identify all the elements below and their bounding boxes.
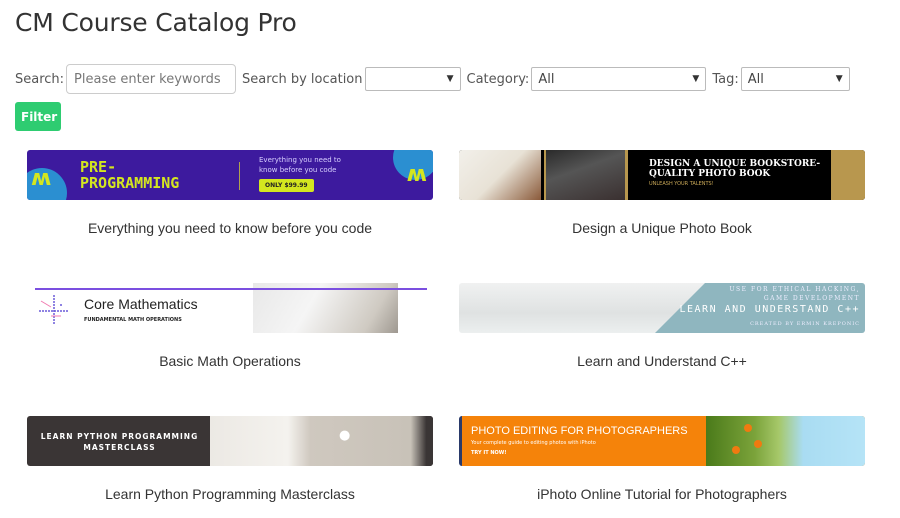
banner-headline: LEARN PYTHON PROGRAMMING MASTERCLASS: [40, 432, 199, 452]
banner-headline: DESIGN A UNIQUE BOOKSTORE-QUALITY PHOTO …: [649, 159, 821, 179]
banner-headline: Core Mathematics: [84, 296, 198, 312]
course-title[interactable]: Learn and Understand C++: [459, 353, 865, 369]
page-title: CM Course Catalog Pro: [15, 8, 297, 37]
course-card[interactable]: PHOTO EDITING FOR PHOTOGRAPHERS Your com…: [459, 416, 865, 502]
decor-shape: [831, 150, 865, 200]
course-title[interactable]: Design a Unique Photo Book: [459, 220, 865, 236]
banner-cta: TRY IT NOW!: [471, 450, 507, 456]
course-title[interactable]: Learn Python Programming Masterclass: [27, 486, 433, 502]
course-banner-core-mathematics[interactable]: Core Mathematics FUNDAMENTAL MATH OPERAT…: [27, 283, 433, 333]
chevron-down-icon: ▼: [692, 74, 700, 84]
chevron-down-icon: ▼: [835, 74, 843, 84]
divider: [239, 162, 240, 190]
search-label: Search:: [15, 71, 65, 87]
course-banner-python[interactable]: ● LEARN PYTHON PROGRAMMING MASTERCLASS: [27, 416, 433, 466]
decor-shape: [754, 440, 762, 448]
banner-photo: [706, 416, 865, 466]
banner-photo: [544, 150, 628, 200]
zigzag-icon: ʍ: [406, 162, 427, 187]
graph-axis-icon: [39, 295, 69, 325]
banner-headline: PRE- PROGRAMMING: [80, 158, 180, 192]
tag-select[interactable]: All ▼: [740, 67, 850, 91]
location-label: Search by location: [242, 71, 363, 87]
category-select-value: All: [538, 71, 555, 87]
filter-button[interactable]: Filter: [15, 102, 61, 131]
tag-label: Tag:: [712, 71, 739, 87]
filter-bar: Search: Search by location ▼ Category: A…: [15, 64, 856, 94]
course-card[interactable]: DESIGN A UNIQUE BOOKSTORE-QUALITY PHOTO …: [459, 150, 865, 236]
location-select[interactable]: ▼: [364, 67, 461, 91]
tag-select-value: All: [747, 71, 764, 87]
course-card[interactable]: ● LEARN PYTHON PROGRAMMING MASTERCLASS L…: [27, 416, 433, 502]
decor-shape: [744, 424, 752, 432]
category-select[interactable]: All ▼: [531, 67, 707, 91]
banner-photo: [253, 283, 398, 333]
chevron-down-icon: ▼: [446, 74, 454, 84]
course-banner-pre-programming[interactable]: ʍ ʍ PRE- PROGRAMMING Everything you need…: [27, 150, 433, 200]
banner-photo: [210, 416, 433, 466]
category-label: Category:: [466, 71, 530, 87]
price-badge: ONLY $99.99: [259, 179, 314, 192]
banner-photo: [459, 150, 541, 200]
search-input[interactable]: [66, 64, 237, 94]
apple-logo-icon: ●: [339, 428, 351, 443]
decor-shape: [732, 446, 740, 454]
course-card[interactable]: Core Mathematics FUNDAMENTAL MATH OPERAT…: [27, 283, 433, 369]
decor-line: [35, 288, 427, 290]
banner-tagline: USE FOR ETHICAL HACKING, GAME DEVELOPMEN…: [729, 286, 860, 302]
banner-subtitle: Everything you need to know before you c…: [259, 156, 341, 174]
course-title[interactable]: iPhoto Online Tutorial for Photographers: [459, 486, 865, 502]
course-title[interactable]: Basic Math Operations: [27, 353, 433, 369]
zigzag-icon: ʍ: [31, 166, 52, 191]
course-title[interactable]: Everything you need to know before you c…: [27, 220, 433, 236]
course-banner-iphoto[interactable]: PHOTO EDITING FOR PHOTOGRAPHERS Your com…: [459, 416, 865, 466]
banner-headline: LEARN AND UNDERSTAND C++: [679, 304, 860, 315]
banner-subtitle: FUNDAMENTAL MATH OPERATIONS: [84, 317, 182, 323]
banner-subtitle: Your complete guide to editing photos wi…: [471, 440, 596, 446]
banner-subtitle: CREATED BY ERMIN KREPONIC: [750, 321, 860, 327]
course-banner-photo-book[interactable]: DESIGN A UNIQUE BOOKSTORE-QUALITY PHOTO …: [459, 150, 865, 200]
course-banner-cpp[interactable]: USE FOR ETHICAL HACKING, GAME DEVELOPMEN…: [459, 283, 865, 333]
course-card[interactable]: ʍ ʍ PRE- PROGRAMMING Everything you need…: [27, 150, 433, 236]
banner-subtitle: UNLEASH YOUR TALENTS!: [649, 181, 714, 187]
course-card[interactable]: USE FOR ETHICAL HACKING, GAME DEVELOPMEN…: [459, 283, 865, 369]
banner-headline: PHOTO EDITING FOR PHOTOGRAPHERS: [471, 425, 688, 437]
